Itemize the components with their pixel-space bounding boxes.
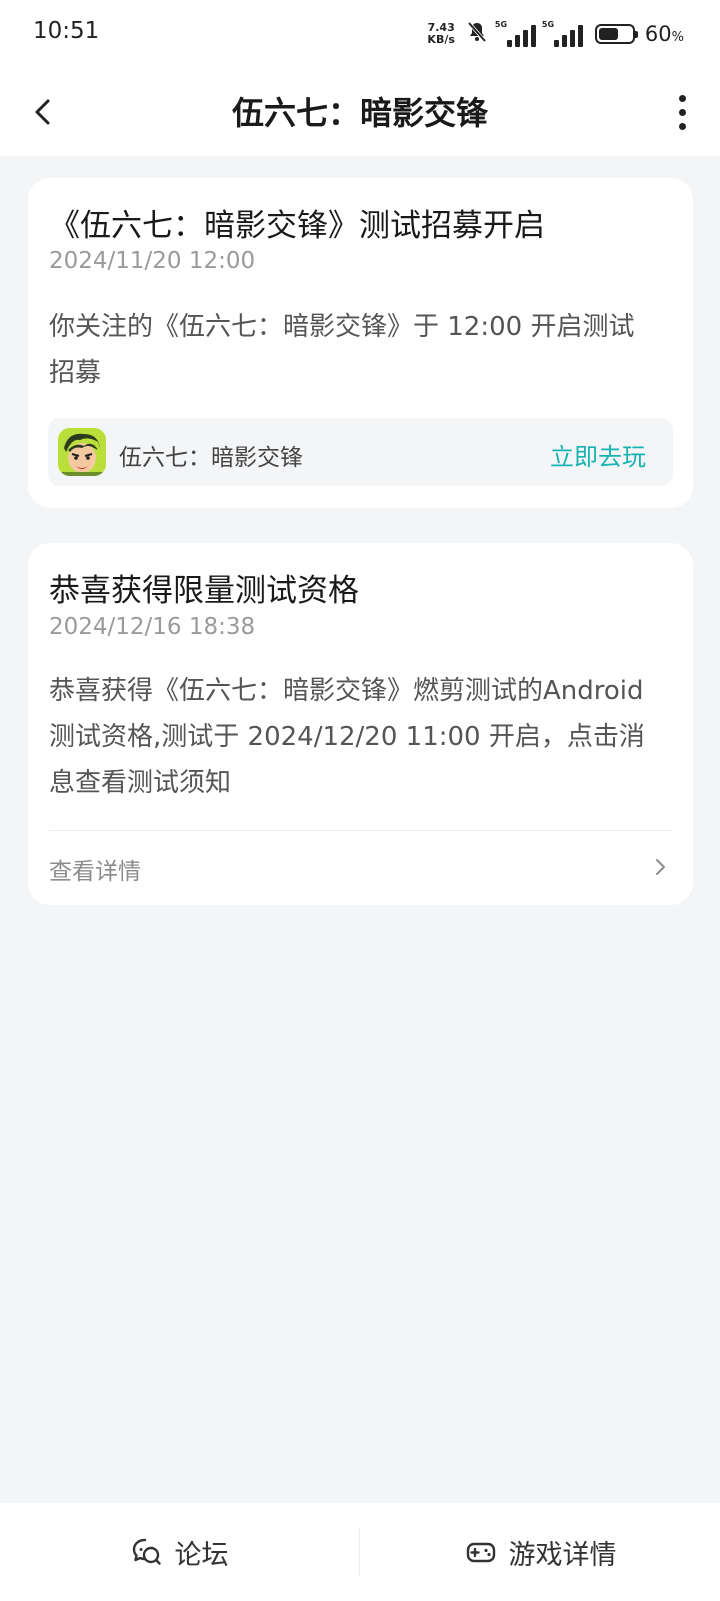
game-app-icon	[58, 428, 106, 476]
message-title: 《伍六七：暗影交锋》测试招募开启	[49, 208, 545, 244]
game-name: 伍六七：暗影交锋	[119, 445, 303, 471]
signal-icon: 5G	[494, 20, 536, 47]
message-card[interactable]: 恭喜获得限量测试资格 2024/12/16 18:38 恭喜获得《伍六七：暗影交…	[28, 543, 693, 905]
play-now-button[interactable]: 立即去玩	[550, 437, 646, 472]
message-card[interactable]: 《伍六七：暗影交锋》测试招募开启 2024/11/20 12:00 你关注的《伍…	[28, 178, 693, 508]
game-entry[interactable]: 伍六七：暗影交锋 立即去玩	[48, 418, 673, 486]
tab-game-details[interactable]: 游戏详情	[361, 1503, 720, 1601]
battery-icon	[594, 24, 638, 44]
network-speed: 7.43 KB/s	[427, 22, 454, 46]
more-options-button[interactable]	[674, 88, 690, 136]
message-time: 2024/12/16 18:38	[49, 614, 256, 640]
view-details-label: 查看详情	[49, 859, 141, 885]
battery-fill	[598, 28, 618, 40]
network-speed-unit: KB/s	[427, 33, 455, 46]
mute-icon	[465, 20, 489, 48]
bottom-tab-bar: 论坛 游戏详情	[0, 1503, 720, 1601]
message-body: 你关注的《伍六七：暗影交锋》于 12:00 开启测试招募	[49, 312, 635, 388]
status-time: 10:51	[33, 18, 100, 44]
status-icons: 7.43 KB/s 5G 5G 60%	[427, 16, 684, 52]
status-bar: 10:51 7.43 KB/s 5G 5G 60%	[0, 0, 720, 68]
page-title: 伍六七：暗影交锋	[231, 94, 488, 132]
nav-bar: 伍六七：暗影交锋	[0, 68, 720, 156]
forum-chat-icon	[132, 1538, 161, 1565]
message-time: 2024/11/20 12:00	[49, 248, 256, 274]
gamepad-icon	[466, 1542, 495, 1563]
view-details-link[interactable]: 查看详情	[49, 831, 672, 905]
battery-percent: 60%	[644, 22, 684, 46]
network-type-label: 5G	[494, 20, 508, 29]
tab-forum[interactable]: 论坛	[0, 1503, 359, 1601]
signal-icon: 5G	[541, 20, 583, 47]
more-vertical-icon	[678, 94, 686, 102]
message-body: 恭喜获得《伍六七：暗影交锋》燃剪测试的Android测试资格,测试于 2024/…	[49, 676, 645, 798]
tab-separator	[359, 1527, 360, 1575]
tab-forum-label: 论坛	[174, 1539, 229, 1571]
message-title: 恭喜获得限量测试资格	[49, 573, 359, 609]
chevron-right-icon	[656, 859, 665, 875]
tab-game-details-label: 游戏详情	[508, 1539, 617, 1571]
network-type-label: 5G	[541, 20, 555, 29]
